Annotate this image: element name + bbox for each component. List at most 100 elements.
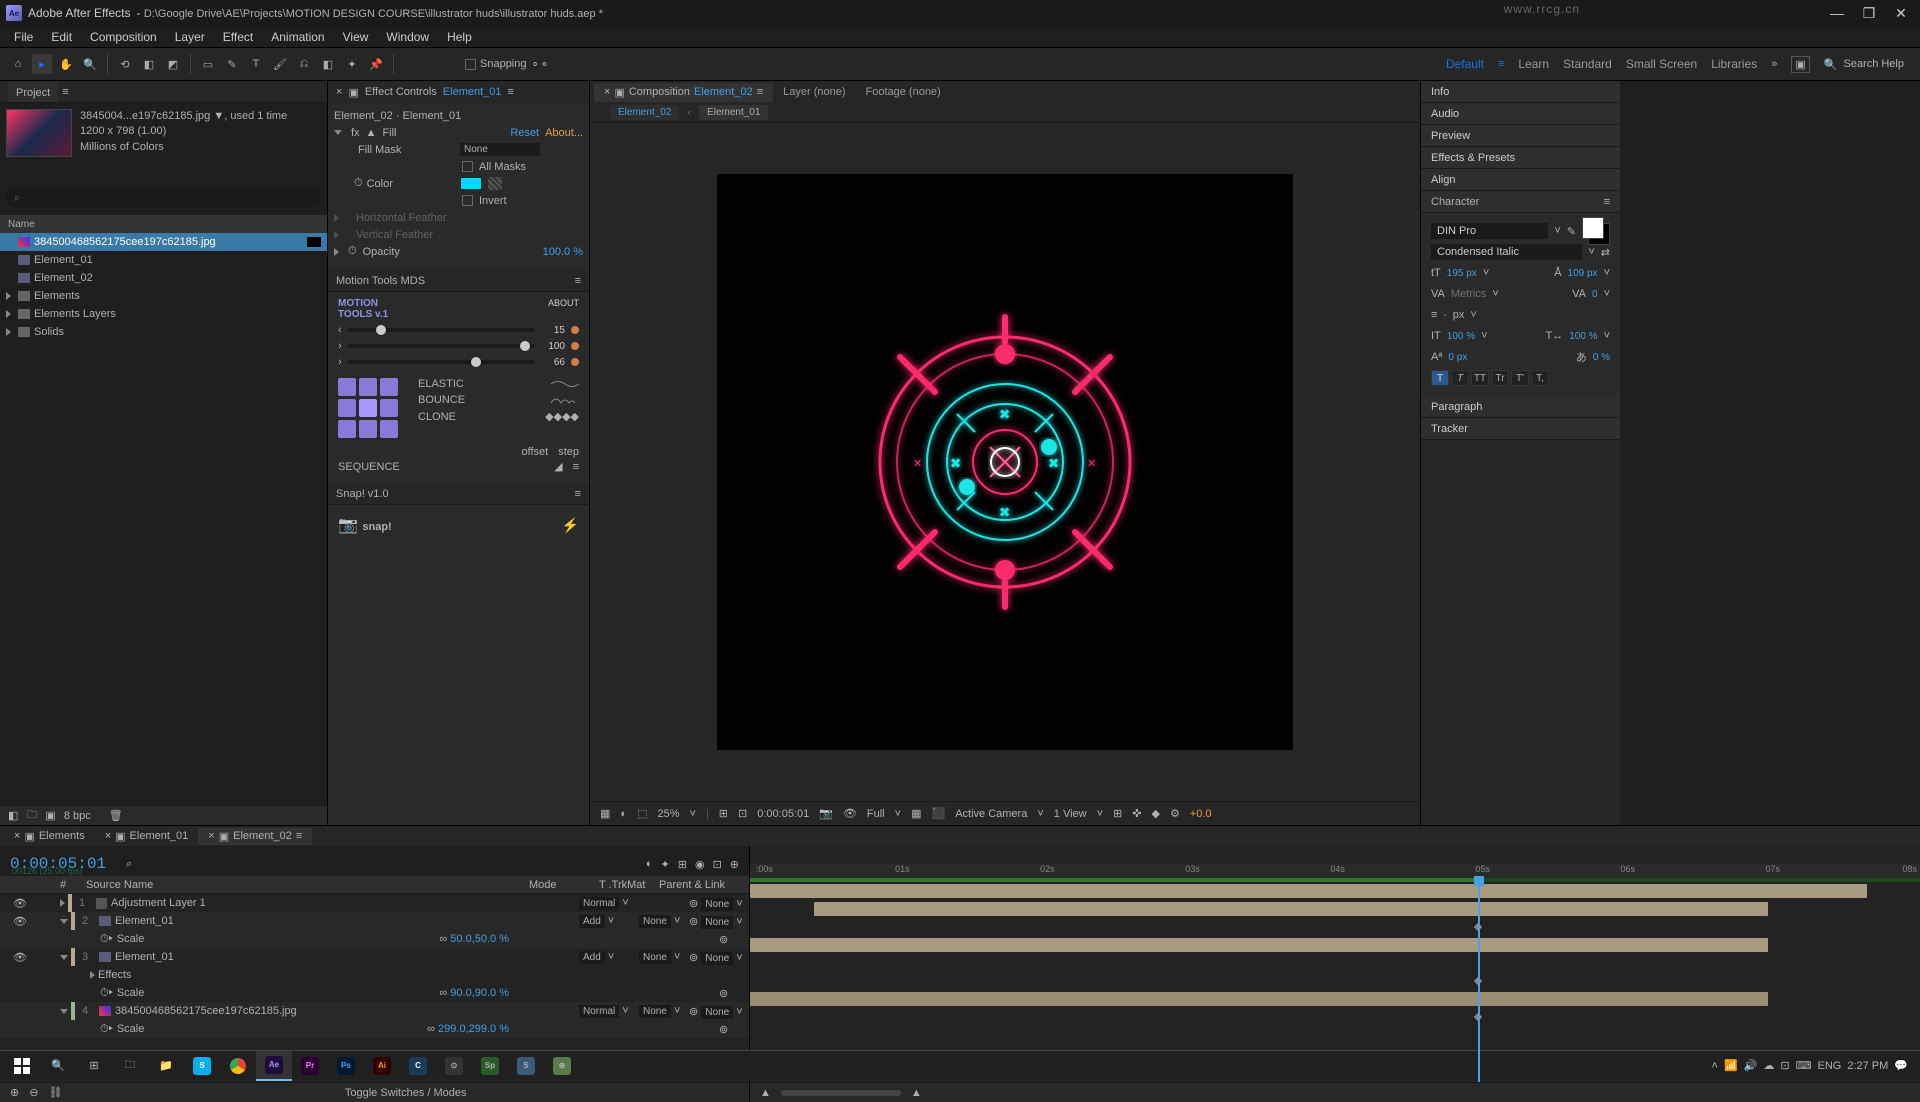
pen-tool[interactable]: ✎ — [222, 54, 242, 74]
tsume-value[interactable]: 0 % — [1593, 352, 1610, 363]
cinema4d-taskbar[interactable]: C — [400, 1051, 436, 1081]
workspace-smallscreen[interactable]: Small Screen — [1626, 57, 1697, 71]
pickwhip-icon[interactable]: ⊚ — [719, 933, 749, 946]
menu-window[interactable]: Window — [378, 27, 437, 47]
pickwhip-icon[interactable]: ⊚ — [689, 898, 698, 910]
expand-icon[interactable] — [6, 310, 11, 318]
photoshop-taskbar[interactable]: Ps — [328, 1051, 364, 1081]
scale-value[interactable]: 50.0,50.0 % — [450, 933, 509, 945]
scale-value[interactable]: 90.0,90.0 % — [450, 987, 509, 999]
pickwhip-icon[interactable]: ⊚ — [719, 987, 749, 1000]
expand-icon[interactable] — [90, 971, 95, 979]
tracking-value[interactable]: 0 — [1592, 289, 1598, 300]
fill-swatch[interactable] — [1582, 217, 1604, 239]
composition-tab[interactable]: × ▣ Composition Element_02 ≡ — [594, 83, 773, 102]
skype-icon[interactable]: S — [184, 1051, 220, 1081]
hand-tool[interactable]: ✋ — [56, 54, 76, 74]
vf-time[interactable]: 0:00:05:01 — [757, 808, 809, 820]
selection-tool[interactable]: ▸ — [32, 54, 52, 74]
subscript-button[interactable]: T, — [1531, 370, 1549, 386]
project-column-name[interactable]: Name — [0, 215, 327, 233]
tl-tab-1[interactable]: ×▣Element_01 — [95, 828, 199, 845]
workspace-menu-icon[interactable]: ≡ — [1498, 58, 1504, 70]
scale-value[interactable]: 299.0,299.0 % — [438, 1023, 509, 1035]
vf-res-icon2[interactable]: ⊡ — [738, 807, 747, 820]
chrome-icon[interactable] — [220, 1051, 256, 1081]
start-button[interactable] — [4, 1051, 40, 1081]
interpret-footage-icon[interactable]: ◧ — [8, 809, 18, 822]
vf-transparency-icon[interactable]: ▦ — [911, 807, 921, 820]
network-icon[interactable]: 📶 — [1724, 1059, 1738, 1072]
maximize-button[interactable]: ❐ — [1862, 6, 1876, 20]
link-icon[interactable]: ∞ — [427, 1023, 435, 1035]
volume-icon[interactable]: 🔊 — [1744, 1059, 1758, 1072]
info-panel[interactable]: Info — [1421, 81, 1620, 103]
workspace-more[interactable]: » — [1771, 58, 1777, 70]
search-input[interactable]: Search Help — [1843, 58, 1904, 70]
project-item-0[interactable]: 384500468562175cee197c62185.jpg — [0, 233, 327, 251]
smallcaps-button[interactable]: Tr — [1491, 370, 1509, 386]
ec-target[interactable]: Element_01 — [443, 86, 502, 98]
vf-icon-a[interactable]: ⊞ — [1113, 807, 1122, 820]
ec-close[interactable]: × — [336, 86, 342, 98]
close-button[interactable]: ✕ — [1894, 6, 1908, 20]
menu-help[interactable]: Help — [439, 27, 480, 47]
tl-tab-menu[interactable]: ≡ — [296, 830, 302, 842]
swap-colors-icon[interactable]: ⇄ — [1601, 246, 1610, 259]
tl-footer-icon2[interactable]: ⊖ — [29, 1086, 38, 1099]
preview-panel[interactable]: Preview — [1421, 125, 1620, 147]
tl-footer-icon1[interactable]: ⊕ — [10, 1086, 19, 1099]
layer-3-effects[interactable]: Effects — [0, 966, 749, 984]
stopwatch-icon[interactable]: ⏱▸ — [100, 987, 113, 1000]
expand-icon[interactable] — [334, 214, 339, 222]
premiere-taskbar[interactable]: Pr — [292, 1051, 328, 1081]
subcomp-tab-0[interactable]: Element_02 — [610, 105, 679, 120]
fx-about[interactable]: About... — [545, 127, 583, 139]
menu-effect[interactable]: Effect — [215, 27, 261, 47]
vf-exposure[interactable]: +0.0 — [1190, 808, 1212, 820]
menu-animation[interactable]: Animation — [263, 27, 332, 47]
workspace-learn[interactable]: Learn — [1518, 57, 1549, 71]
vf-3d-icon[interactable]: ⬛ — [931, 807, 945, 820]
search-taskbar-icon[interactable]: 🔍 — [40, 1051, 76, 1081]
toggle-switches[interactable]: Toggle Switches / Modes — [345, 1087, 467, 1099]
mode-dropdown[interactable]: Add — [579, 915, 605, 928]
pickwhip-icon[interactable]: ⊚ — [689, 1006, 698, 1018]
project-search[interactable]: ⌕ — [6, 189, 321, 207]
tray-expand-icon[interactable]: ˄ — [1712, 1060, 1718, 1072]
project-tab[interactable]: Project — [8, 82, 58, 102]
mt-about[interactable]: ABOUT — [548, 298, 579, 320]
kerning-value[interactable]: Metrics — [1451, 288, 1486, 300]
composition-viewport[interactable]: ✕ ✕ ✕ ✕ ✕✕ — [590, 123, 1420, 801]
leading-value[interactable]: 109 px — [1568, 268, 1598, 279]
layer-3-scale[interactable]: ⏱▸ Scale ∞ 90.0,90.0 % ⊚ — [0, 984, 749, 1002]
project-item-4[interactable]: Elements Layers — [0, 305, 327, 323]
vf-camera[interactable]: Active Camera — [955, 808, 1027, 820]
expand-icon[interactable] — [60, 919, 68, 924]
seq-icon-1[interactable]: ◢ — [554, 460, 562, 473]
link-icon[interactable]: ∞ — [439, 933, 447, 945]
workspace-default[interactable]: Default — [1446, 57, 1484, 71]
explorer-icon[interactable]: 🗀 — [112, 1051, 148, 1081]
layer-row-3[interactable]: 👁 3 Element_01 Add ˅ None ˅ ⊚ None ˅ — [0, 948, 749, 966]
subcomp-tab-1[interactable]: Element_01 — [699, 105, 768, 120]
clone-label[interactable]: CLONE — [418, 411, 456, 423]
opacity-stopwatch-icon[interactable]: ⏱ — [348, 245, 357, 258]
adobe-tray-icon[interactable]: ☁ — [1763, 1059, 1774, 1072]
minimize-button[interactable]: — — [1830, 6, 1844, 20]
app-taskbar-2[interactable]: Sp — [472, 1051, 508, 1081]
elastic-label[interactable]: ELASTIC — [418, 378, 464, 390]
hscale-value[interactable]: 100 % — [1569, 331, 1597, 342]
expand-icon[interactable] — [60, 1009, 68, 1014]
col-parent[interactable]: Parent & Link — [659, 879, 749, 891]
puppet-tool[interactable]: 📌 — [366, 54, 386, 74]
vf-show-icon[interactable]: 👁 — [843, 807, 857, 820]
layer-4-scale[interactable]: ⏱▸ Scale ∞ 299.0,299.0 % ⊚ — [0, 1020, 749, 1038]
mt-dot-icon[interactable] — [571, 358, 579, 366]
font-style-dropdown[interactable]: Condensed Italic — [1431, 244, 1582, 260]
rect-tool[interactable]: ▭ — [198, 54, 218, 74]
time-ruler[interactable]: :00s 01s 02s 03s 04s 05s 06s 07s 08s — [750, 864, 1920, 882]
color-swatch[interactable] — [460, 177, 482, 190]
brush-tool[interactable]: 🖌 — [270, 54, 290, 74]
expand-icon[interactable] — [6, 328, 11, 336]
